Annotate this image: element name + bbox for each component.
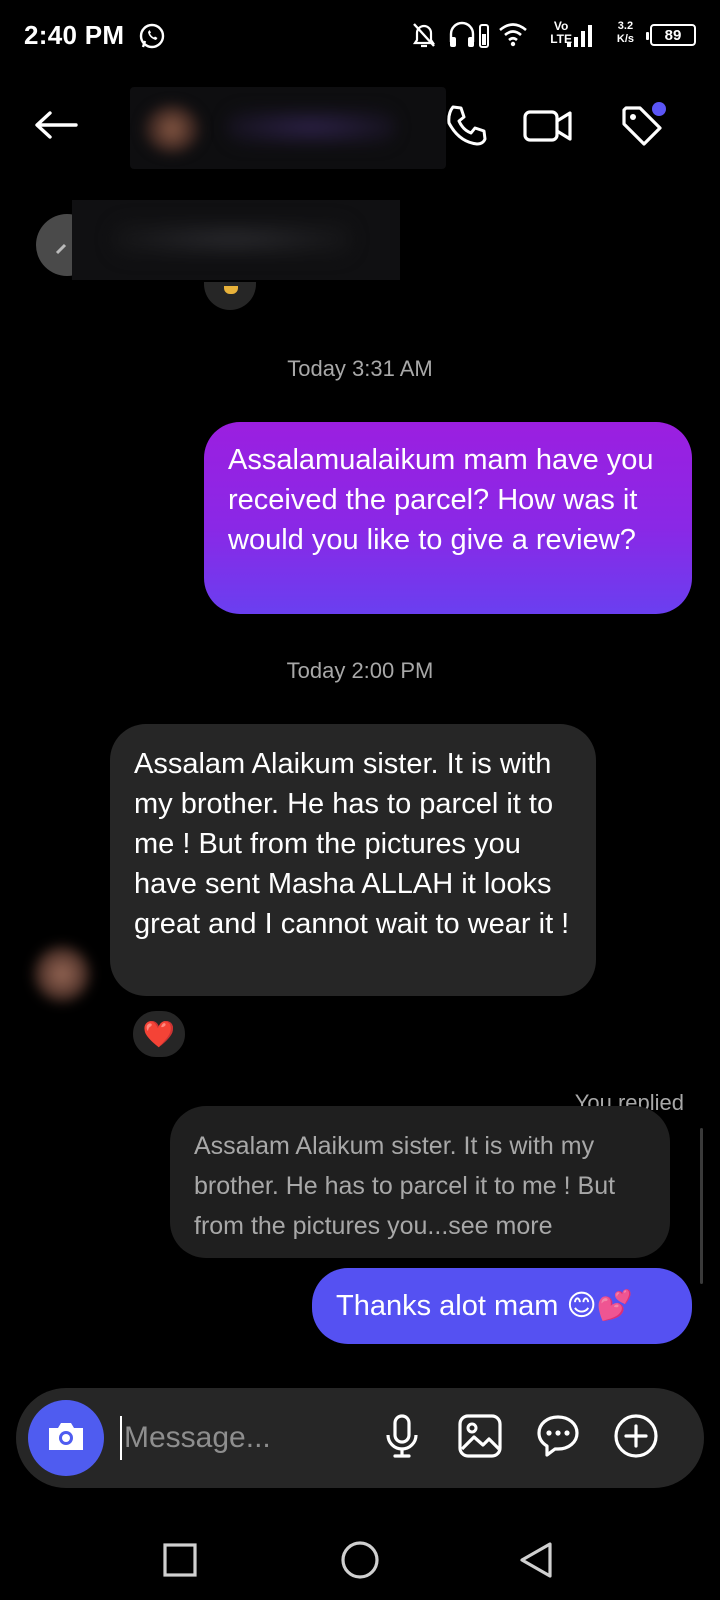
video-call-icon	[522, 106, 574, 151]
back-button[interactable]	[28, 102, 84, 152]
sticker-chat-icon	[535, 1413, 581, 1464]
timestamp: Today 2:00 PM	[286, 658, 434, 683]
wifi-icon	[498, 20, 528, 53]
sent-message-bubble[interactable]: Thanks alot mam 😊💕	[312, 1268, 692, 1344]
message-composer	[16, 1388, 704, 1488]
video-call-button[interactable]	[520, 100, 576, 156]
sender-avatar[interactable]	[34, 946, 90, 1002]
status-bar: 2:40 PM Vo LTE 3.2 K/s 89	[0, 0, 720, 72]
whatsapp-icon	[138, 22, 166, 55]
camera-button[interactable]	[28, 1400, 104, 1476]
camera-icon	[45, 1418, 87, 1459]
message-text: Assalamualaikum mam have you received th…	[228, 444, 654, 556]
gallery-button[interactable]	[452, 1410, 508, 1466]
add-button[interactable]	[608, 1410, 664, 1466]
triangle-back-icon	[516, 1540, 556, 1585]
tag-button[interactable]	[614, 100, 670, 156]
sticker-button[interactable]	[530, 1410, 586, 1466]
status-time: 2:40 PM	[24, 20, 125, 50]
chat-header	[0, 82, 720, 172]
contact-name-redacted	[226, 109, 396, 145]
system-navigation-bar	[0, 1520, 720, 1600]
add-icon	[612, 1412, 660, 1465]
phone-icon	[443, 103, 489, 154]
square-icon	[162, 1542, 198, 1583]
net-speed-unit: K/s	[616, 33, 634, 45]
timestamp: Today 3:31 AM	[287, 356, 433, 381]
previous-reaction	[204, 282, 256, 310]
heart-reaction[interactable]: ❤️	[130, 1008, 188, 1060]
net-speed: 3.2 K/s	[617, 20, 634, 46]
headphones-icon	[448, 20, 492, 55]
pinned-message-bar[interactable]	[0, 200, 720, 280]
contact-profile-redacted[interactable]	[130, 87, 446, 169]
gallery-icon	[457, 1413, 503, 1464]
recents-button[interactable]	[150, 1532, 210, 1592]
voice-message-button[interactable]	[374, 1410, 430, 1466]
reply-quote-text: Assalam Alaikum sister. It is with my br…	[194, 1132, 616, 1240]
sent-message-bubble[interactable]: Assalamualaikum mam have you received th…	[204, 422, 692, 614]
circle-icon	[339, 1539, 381, 1586]
message-text: Assalam Alaikum sister. It is with my br…	[134, 748, 570, 940]
signal-icon	[566, 24, 596, 53]
notification-dot	[652, 102, 666, 116]
reply-indicator-bar	[700, 1128, 703, 1284]
mute-bell-icon	[410, 20, 438, 55]
received-message-bubble[interactable]: Assalam Alaikum sister. It is with my br…	[110, 724, 596, 996]
message-text: Thanks alot mam 😊💕	[336, 1290, 633, 1322]
battery-indicator: 89	[646, 24, 696, 46]
reply-quote-bubble[interactable]: Assalam Alaikum sister. It is with my br…	[170, 1106, 670, 1258]
audio-call-button[interactable]	[438, 100, 494, 156]
microphone-icon	[382, 1413, 422, 1464]
pinned-content-redacted	[72, 200, 400, 280]
heart-icon: ❤️	[142, 1018, 176, 1049]
contact-avatar	[144, 105, 200, 153]
back-nav-button[interactable]	[506, 1532, 566, 1592]
back-arrow-icon	[32, 109, 80, 146]
message-input[interactable]	[120, 1416, 380, 1460]
net-speed-value: 3.2	[617, 20, 634, 32]
home-button[interactable]	[330, 1532, 390, 1592]
